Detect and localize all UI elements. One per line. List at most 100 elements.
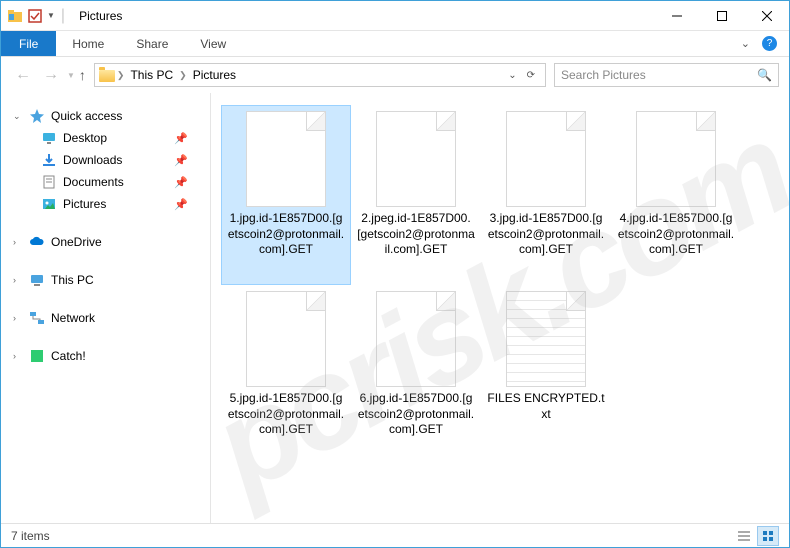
app-icon	[29, 348, 45, 364]
sidebar-catch[interactable]: › Catch!	[1, 345, 210, 367]
history-dropdown-icon[interactable]: ▼	[67, 71, 75, 80]
sidebar-item-label: Network	[51, 311, 95, 325]
navigation-pane: ⌄ Quick access Desktop📌Downloads📌Documen…	[1, 93, 211, 523]
navbar: ← → ▼ ↑ ❯ This PC ❯ Pictures ⌄ ⟳ Search …	[1, 57, 789, 93]
sidebar-thispc[interactable]: › This PC	[1, 269, 210, 291]
file-name: 3.jpg.id-1E857D00.[getscoin2@protonmail.…	[487, 211, 605, 258]
sidebar-item-documents[interactable]: Documents 📌	[1, 171, 210, 193]
close-button[interactable]	[744, 1, 789, 30]
up-button[interactable]: ↑	[79, 67, 86, 83]
sidebar-quick-access[interactable]: ⌄ Quick access	[1, 105, 210, 127]
expand-icon[interactable]: ›	[13, 275, 23, 285]
details-view-button[interactable]	[733, 526, 755, 546]
file-icon	[246, 291, 326, 387]
properties-icon[interactable]	[27, 8, 43, 24]
sidebar-item-desktop[interactable]: Desktop 📌	[1, 127, 210, 149]
file-name: 6.jpg.id-1E857D00.[getscoin2@protonmail.…	[357, 391, 475, 438]
file-icon	[636, 111, 716, 207]
titlebar: ▼ | Pictures	[1, 1, 789, 31]
crumb-thispc[interactable]: This PC	[126, 68, 177, 82]
address-dropdown-icon[interactable]: ⌄	[508, 70, 516, 81]
chevron-right-icon[interactable]: ❯	[117, 70, 125, 81]
file-name: 4.jpg.id-1E857D00.[getscoin2@protonmail.…	[617, 211, 735, 258]
file-item[interactable]: 3.jpg.id-1E857D00.[getscoin2@protonmail.…	[481, 105, 611, 285]
maximize-button[interactable]	[699, 1, 744, 30]
file-icon	[376, 291, 456, 387]
help-icon[interactable]: ?	[762, 36, 777, 51]
sidebar-item-downloads[interactable]: Downloads 📌	[1, 149, 210, 171]
qat-dropdown-icon[interactable]: ▼	[47, 11, 55, 20]
sidebar-item-label: This PC	[51, 273, 94, 287]
file-icon	[376, 111, 456, 207]
file-item[interactable]: 2.jpeg.id-1E857D00.[getscoin2@protonmail…	[351, 105, 481, 285]
sidebar-network[interactable]: › Network	[1, 307, 210, 329]
file-item[interactable]: 1.jpg.id-1E857D00.[getscoin2@protonmail.…	[221, 105, 351, 285]
cloud-icon	[29, 234, 45, 250]
content-area: ⌄ Quick access Desktop📌Downloads📌Documen…	[1, 93, 789, 523]
sidebar-item-label: Downloads	[63, 153, 122, 167]
file-item[interactable]: 4.jpg.id-1E857D00.[getscoin2@protonmail.…	[611, 105, 741, 285]
forward-button: →	[39, 64, 63, 86]
statusbar: 7 items	[1, 523, 789, 547]
search-placeholder: Search Pictures	[561, 68, 757, 82]
tab-view[interactable]: View	[184, 31, 242, 56]
network-icon	[29, 310, 45, 326]
sidebar-item-label: Documents	[63, 175, 124, 189]
collapse-icon[interactable]: ⌄	[13, 111, 23, 122]
file-tab[interactable]: File	[1, 31, 56, 56]
file-item[interactable]: 6.jpg.id-1E857D00.[getscoin2@protonmail.…	[351, 285, 481, 465]
window-controls	[654, 1, 789, 30]
file-name: 1.jpg.id-1E857D00.[getscoin2@protonmail.…	[227, 211, 345, 258]
expand-icon[interactable]: ›	[13, 237, 23, 247]
sidebar-item-label: Pictures	[63, 197, 106, 211]
search-box[interactable]: Search Pictures 🔍	[554, 63, 779, 87]
ribbon: File Home Share View ⌄ ?	[1, 31, 789, 57]
sidebar-item-label: Catch!	[51, 349, 86, 363]
sidebar-item-label: Quick access	[51, 109, 122, 123]
address-bar[interactable]: ❯ This PC ❯ Pictures ⌄ ⟳	[94, 63, 546, 87]
file-list[interactable]: pcrisk.com 1.jpg.id-1E857D00.[getscoin2@…	[211, 93, 789, 523]
folder-icon	[41, 130, 57, 146]
file-icon	[246, 111, 326, 207]
file-icon	[506, 291, 586, 387]
separator: |	[59, 7, 67, 25]
chevron-right-icon[interactable]: ❯	[179, 70, 187, 81]
location-icon	[99, 67, 115, 83]
pin-icon: 📌	[174, 132, 200, 145]
expand-icon[interactable]: ›	[13, 351, 23, 361]
file-item[interactable]: FILES ENCRYPTED.txt	[481, 285, 611, 465]
quick-access-toolbar: ▼ |	[1, 7, 73, 25]
computer-icon	[29, 272, 45, 288]
folder-icon	[41, 196, 57, 212]
star-icon	[29, 108, 45, 124]
tab-share[interactable]: Share	[120, 31, 184, 56]
nav-arrows: ← → ▼ ↑	[11, 64, 86, 86]
sidebar-item-label: OneDrive	[51, 235, 102, 249]
folder-icon	[41, 174, 57, 190]
tab-home[interactable]: Home	[56, 31, 120, 56]
crumb-folder[interactable]: Pictures	[189, 68, 240, 82]
expand-ribbon-icon[interactable]: ⌄	[741, 37, 750, 50]
sidebar-item-pictures[interactable]: Pictures 📌	[1, 193, 210, 215]
app-icon	[7, 8, 23, 24]
pin-icon: 📌	[174, 198, 200, 211]
file-name: 5.jpg.id-1E857D00.[getscoin2@protonmail.…	[227, 391, 345, 438]
minimize-button[interactable]	[654, 1, 699, 30]
refresh-icon[interactable]: ⟳	[527, 70, 535, 81]
file-item[interactable]: 5.jpg.id-1E857D00.[getscoin2@protonmail.…	[221, 285, 351, 465]
file-name: FILES ENCRYPTED.txt	[487, 391, 605, 422]
sidebar-onedrive[interactable]: › OneDrive	[1, 231, 210, 253]
view-switcher	[733, 526, 779, 546]
pin-icon: 📌	[174, 176, 200, 189]
item-count: 7 items	[11, 529, 50, 543]
file-name: 2.jpeg.id-1E857D00.[getscoin2@protonmail…	[357, 211, 475, 258]
sidebar-item-label: Desktop	[63, 131, 107, 145]
icons-view-button[interactable]	[757, 526, 779, 546]
explorer-window: ▼ | Pictures File Home Share View ⌄ ? ← …	[0, 0, 790, 548]
back-button[interactable]: ←	[11, 64, 35, 86]
window-title: Pictures	[73, 9, 122, 23]
search-icon[interactable]: 🔍	[757, 68, 772, 82]
folder-icon	[41, 152, 57, 168]
pin-icon: 📌	[174, 154, 200, 167]
expand-icon[interactable]: ›	[13, 313, 23, 323]
